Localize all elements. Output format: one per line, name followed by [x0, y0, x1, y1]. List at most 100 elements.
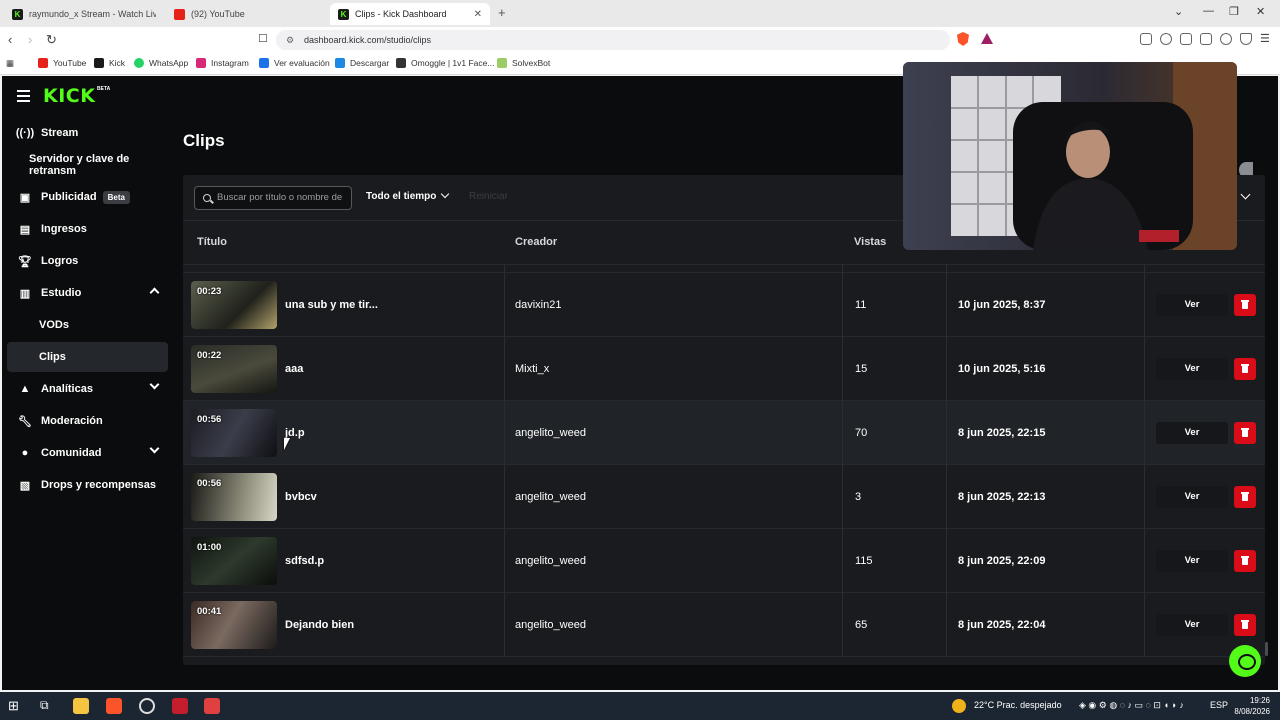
- reload-icon[interactable]: ↻: [46, 32, 57, 48]
- clip-title[interactable]: bvbcv: [285, 465, 317, 529]
- extensions-icon[interactable]: [1140, 33, 1152, 45]
- sidebar-item-studio[interactable]: ▥ Estudio: [7, 278, 168, 308]
- table-row[interactable]: 00:56 jd.p angelito_weed 70 8 jun 2025, …: [183, 401, 1265, 465]
- column-divider: [504, 465, 505, 528]
- tab-clips-dashboard[interactable]: K Clips - Kick Dashboard ✕: [330, 3, 490, 25]
- sidebar-item-moderation[interactable]: 🔧︎ Moderación: [7, 406, 168, 436]
- tab-kick-stream[interactable]: K raymundo_x Stream - Watch Live on: [4, 3, 164, 25]
- table-row[interactable]: 00:22 aaa Mixti_x 15 10 jun 2025, 5:16 V…: [183, 337, 1265, 401]
- sidebar-item-stream-key[interactable]: Servidor y clave de retransm: [7, 150, 168, 180]
- delete-clip-button[interactable]: [1234, 358, 1256, 380]
- site-info-icon[interactable]: ⚙: [286, 30, 294, 50]
- clip-title[interactable]: jd.p: [285, 401, 305, 465]
- back-icon[interactable]: ‹: [8, 32, 12, 47]
- bookmark-kick[interactable]: Kick: [94, 58, 125, 68]
- hamburger-menu-icon[interactable]: [17, 90, 30, 105]
- search-input[interactable]: Buscar por título o nombre de: [194, 186, 352, 210]
- sidebar-item-revenue[interactable]: ▤ Ingresos: [7, 214, 168, 244]
- view-clip-button[interactable]: Ver: [1156, 614, 1228, 636]
- apps-grid-icon[interactable]: ▦: [6, 58, 14, 69]
- menu-icon[interactable]: ☰: [1260, 32, 1270, 45]
- windows-start-icon[interactable]: ⊞: [8, 698, 24, 714]
- media-icon[interactable]: [1160, 33, 1172, 45]
- leo-ai-icon[interactable]: [1220, 33, 1232, 45]
- task-view-icon[interactable]: ⧉: [40, 698, 56, 714]
- table-row[interactable]: 01:00 sdfsd.p angelito_weed 115 8 jun 20…: [183, 529, 1265, 593]
- delete-clip-button[interactable]: [1234, 550, 1256, 572]
- maximize-icon[interactable]: ❐: [1229, 5, 1239, 18]
- table-row[interactable]: 00:56 bvbcv angelito_weed 3 8 jun 2025, …: [183, 465, 1265, 529]
- delete-clip-button[interactable]: [1234, 294, 1256, 316]
- sidebar-item-clips[interactable]: Clips: [7, 342, 168, 372]
- sidebar-item-stream[interactable]: ((·)) Stream: [7, 118, 168, 148]
- brave-rewards-icon[interactable]: [981, 33, 993, 44]
- clip-thumbnail[interactable]: 00:23: [191, 281, 277, 329]
- view-clip-button[interactable]: Ver: [1156, 358, 1228, 380]
- delete-clip-button[interactable]: [1234, 614, 1256, 636]
- clip-title[interactable]: una sub y me tir...: [285, 273, 378, 337]
- reset-button[interactable]: Reiniciar: [469, 191, 508, 202]
- column-views[interactable]: Vistas: [854, 236, 886, 248]
- close-window-icon[interactable]: ✕: [1256, 5, 1265, 18]
- bookmark-ver-evaluacion[interactable]: Ver evaluación: [259, 58, 330, 68]
- sidebar-item-analytics[interactable]: ▲ Analíticas: [7, 374, 168, 404]
- sidebar-item-achievements[interactable]: 🏆︎ Logros: [7, 246, 168, 276]
- sidebar-item-drops[interactable]: ▧ Drops y recompensas: [7, 470, 168, 500]
- support-chat-button[interactable]: [1229, 645, 1261, 677]
- clip-thumbnail[interactable]: 00:22: [191, 345, 277, 393]
- system-clock[interactable]: 19:26 8/08/2026: [1234, 695, 1270, 717]
- kick-logo[interactable]: KICK: [43, 85, 95, 107]
- table-row[interactable]: [183, 265, 1265, 273]
- clip-title[interactable]: Dejando bien: [285, 593, 354, 657]
- view-clip-button[interactable]: Ver: [1156, 486, 1228, 508]
- bookmark-whatsapp[interactable]: WhatsApp: [134, 58, 188, 68]
- clip-title[interactable]: aaa: [285, 337, 303, 401]
- url-field[interactable]: ⚙ dashboard.kick.com/studio/clips: [276, 30, 950, 50]
- chevron-down-icon[interactable]: [1240, 189, 1251, 200]
- bookmark-icon[interactable]: ☐: [258, 32, 268, 45]
- clip-title[interactable]: sdfsd.p: [285, 529, 324, 593]
- clip-thumbnail[interactable]: 00:56: [191, 473, 277, 521]
- table-row[interactable]: 00:41 Dejando bien angelito_weed 65 8 ju…: [183, 593, 1265, 657]
- column-creator[interactable]: Creador: [515, 236, 557, 248]
- bookmark-youtube[interactable]: YouTube: [38, 58, 86, 68]
- bookmark-descargar[interactable]: Descargar: [335, 58, 389, 68]
- time-filter-dropdown[interactable]: Todo el tiempo: [366, 189, 450, 202]
- language-indicator[interactable]: ESP: [1210, 700, 1228, 710]
- gift-icon: ▧: [19, 479, 31, 492]
- tray-apps-icon[interactable]: ◈ ◉ ⚙ ◍ ◌ ♪ ▭ ◌ ⊡ ◖ ◗ ♪: [1079, 700, 1184, 711]
- minimize-icon[interactable]: —: [1203, 5, 1214, 17]
- forward-icon[interactable]: ›: [28, 32, 32, 47]
- scrollbar[interactable]: [1265, 642, 1268, 656]
- new-tab-button[interactable]: +: [498, 5, 506, 20]
- column-title[interactable]: Título: [197, 236, 227, 248]
- bookmark-omoggle[interactable]: Omoggle | 1v1 Face...: [396, 58, 494, 68]
- file-explorer-icon[interactable]: [73, 698, 89, 714]
- recorder-icon[interactable]: [204, 698, 220, 714]
- delete-clip-button[interactable]: [1234, 486, 1256, 508]
- obs-icon[interactable]: [139, 698, 155, 714]
- sidebar-item-vods[interactable]: VODs: [7, 310, 168, 340]
- delete-clip-button[interactable]: [1234, 422, 1256, 444]
- weather-text[interactable]: 22°C Prac. despejado: [974, 700, 1062, 710]
- app-icon[interactable]: [172, 698, 188, 714]
- clip-thumbnail[interactable]: 01:00: [191, 537, 277, 585]
- wallet-icon[interactable]: [1200, 33, 1212, 45]
- tab-search-icon[interactable]: ⌄: [1174, 5, 1183, 18]
- sidebar-item-ads[interactable]: ▣ Publicidad Beta: [7, 182, 168, 212]
- sidebar-item-community[interactable]: ● Comunidad: [7, 438, 168, 468]
- close-tab-icon[interactable]: ✕: [474, 9, 482, 20]
- table-row[interactable]: 00:23 una sub y me tir... davixin21 11 1…: [183, 273, 1265, 337]
- view-clip-button[interactable]: Ver: [1156, 550, 1228, 572]
- brave-browser-icon[interactable]: [106, 698, 122, 714]
- weather-icon[interactable]: [952, 699, 966, 713]
- tab-youtube[interactable]: (92) YouTube: [166, 3, 326, 25]
- view-clip-button[interactable]: Ver: [1156, 422, 1228, 444]
- bookmark-instagram[interactable]: Instagram: [196, 58, 249, 68]
- bookmark-solvexbot[interactable]: SolvexBot: [497, 58, 550, 68]
- vpn-shield-icon[interactable]: [1240, 33, 1252, 45]
- view-clip-button[interactable]: Ver: [1156, 294, 1228, 316]
- clip-thumbnail[interactable]: 00:56: [191, 409, 277, 457]
- clip-thumbnail[interactable]: 00:41: [191, 601, 277, 649]
- sidebar-icon[interactable]: [1180, 33, 1192, 45]
